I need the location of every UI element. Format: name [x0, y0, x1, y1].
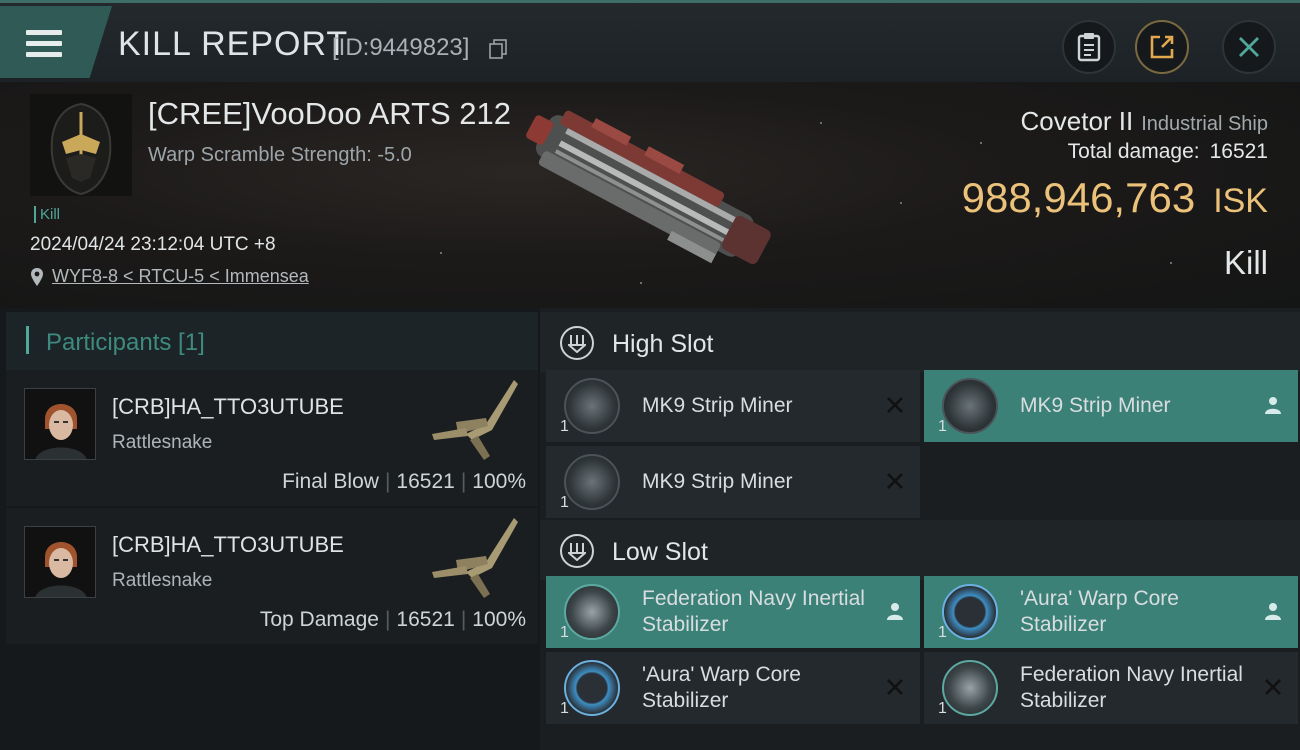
ship-class: Industrial Ship: [1141, 113, 1268, 135]
participant-stats: Top Damage | 16521 | 100%: [259, 608, 526, 631]
participants-title: Participants [1]: [46, 329, 205, 356]
menu-button[interactable]: [0, 6, 112, 78]
copy-icon[interactable]: [489, 39, 507, 59]
module-item[interactable]: 1 MK9 Strip Miner: [924, 370, 1298, 442]
participant-avatar[interactable]: [24, 526, 96, 598]
location-pin-icon: [31, 267, 43, 286]
fitting-panel: High Slot 1 MK9 Strip Miner 1 MK9 Strip …: [540, 308, 1300, 750]
close-button[interactable]: [1222, 20, 1276, 74]
share-button[interactable]: [1135, 20, 1189, 74]
participant-ship: Rattlesnake: [112, 570, 213, 591]
module-quantity: 1: [938, 700, 947, 717]
high-slot-title: High Slot: [612, 330, 714, 358]
participant-percent: 100%: [472, 608, 526, 631]
participant-avatar[interactable]: [24, 388, 96, 460]
module-item[interactable]: 1 'Aura' Warp Core Stabilizer: [546, 652, 920, 724]
module-item[interactable]: 1 'Aura' Warp Core Stabilizer: [924, 576, 1298, 648]
strip-miner-icon: [942, 378, 998, 434]
warp-core-stabilizer-icon: [564, 660, 620, 716]
victim-avatar[interactable]: [30, 94, 132, 196]
module-name: MK9 Strip Miner: [642, 394, 793, 417]
module-name: Federation Navy Inertial Stabilizer: [642, 587, 865, 636]
participant-damage: 16521: [396, 470, 455, 493]
warp-scramble-strength: Warp Scramble Strength: -5.0: [148, 144, 412, 166]
kill-tag: Kill: [34, 206, 60, 223]
participant-name[interactable]: [CRB]HA_TTO3UTUBE: [112, 532, 344, 558]
strip-miner-icon: [564, 378, 620, 434]
module-item[interactable]: 1 Federation Navy Inertial Stabilizer: [546, 576, 920, 648]
participant-percent: 100%: [472, 470, 526, 493]
kill-location[interactable]: WYF8-8 < RTCU-5 < Immensea: [30, 266, 309, 287]
isk-value: 988,946,763 ISK: [962, 174, 1268, 222]
total-damage: Total damage: 16521: [1068, 140, 1268, 164]
high-slot-icon: [560, 326, 594, 360]
victim-name[interactable]: [CREE]VooDoo ARTS 212: [148, 96, 511, 132]
module-quantity: 1: [560, 418, 569, 435]
participant-role: Top Damage: [259, 608, 379, 631]
top-bar: KILL REPORT [ID:9449823]: [0, 0, 1300, 82]
module-quantity: 1: [560, 494, 569, 511]
ship-name: Covetor II Industrial Ship: [1021, 106, 1268, 137]
module-quantity: 1: [938, 418, 947, 435]
module-name: MK9 Strip Miner: [642, 470, 793, 493]
inertial-stabilizer-icon: [942, 660, 998, 716]
inertial-stabilizer-icon: [564, 584, 620, 640]
total-damage-value: 16521: [1209, 140, 1268, 163]
module-quantity: 1: [938, 624, 947, 641]
participants-header: Participants [1]: [6, 312, 538, 370]
destroyed-x-icon: [1265, 679, 1281, 695]
dropped-person-icon: [1265, 603, 1281, 620]
rattlesnake-ship-icon: [432, 518, 518, 598]
participant-stats: Final Blow | 16521 | 100%: [282, 470, 526, 493]
rattlesnake-ship-icon: [432, 380, 518, 460]
kill-datetime: 2024/04/24 23:12:04 UTC +8: [30, 234, 276, 255]
isk-unit: ISK: [1213, 182, 1268, 220]
share-icon: [1150, 35, 1174, 59]
low-slot-title: Low Slot: [612, 538, 708, 566]
destroyed-x-icon: [887, 679, 903, 695]
dropped-person-icon: [1265, 397, 1281, 414]
module-name: 'Aura' Warp Core Stabilizer: [642, 663, 801, 712]
isk-amount: 988,946,763: [961, 174, 1196, 221]
location-link[interactable]: WYF8-8 < RTCU-5 < Immensea: [52, 266, 309, 287]
page-title: KILL REPORT: [118, 25, 349, 63]
module-name: Federation Navy Inertial Stabilizer: [1020, 663, 1243, 712]
strip-miner-icon: [564, 454, 620, 510]
total-damage-label: Total damage:: [1067, 140, 1200, 163]
hamburger-menu-icon: [26, 30, 62, 57]
clipboard-button[interactable]: [1062, 20, 1116, 74]
participant-row[interactable]: [CRB]HA_TTO3UTUBE Rattlesnake Top Damage…: [6, 508, 538, 644]
low-slot-header: Low Slot: [540, 520, 1300, 580]
module-name: MK9 Strip Miner: [1020, 394, 1171, 417]
participant-role: Final Blow: [282, 470, 379, 493]
module-item[interactable]: 1 MK9 Strip Miner: [546, 446, 920, 518]
low-slot-icon: [560, 534, 594, 568]
participant-row[interactable]: [CRB]HA_TTO3UTUBE Rattlesnake Final Blow…: [6, 370, 538, 506]
participant-name[interactable]: [CRB]HA_TTO3UTUBE: [112, 394, 344, 420]
module-quantity: 1: [560, 700, 569, 717]
dropped-person-icon: [887, 603, 903, 620]
module-quantity: 1: [560, 624, 569, 641]
warp-core-stabilizer-icon: [942, 584, 998, 640]
module-item[interactable]: 1 MK9 Strip Miner: [546, 370, 920, 442]
victim-summary: [CREE]VooDoo ARTS 212 Warp Scramble Stre…: [0, 82, 1300, 308]
destroyed-x-icon: [887, 397, 903, 413]
result-label: Kill: [1223, 244, 1268, 281]
pilot-portrait-icon: [25, 389, 95, 459]
high-slot-header: High Slot: [540, 312, 1300, 372]
participants-panel: Participants [1] [CRB]HA_TTO3UTUBE Rattl…: [0, 308, 540, 750]
module-item[interactable]: 1 Federation Navy Inertial Stabilizer: [924, 652, 1298, 724]
participant-ship: Rattlesnake: [112, 432, 213, 453]
close-icon: [1239, 37, 1259, 57]
ship-image: [526, 110, 771, 264]
helmet-portrait-icon: [30, 94, 132, 196]
report-id: [ID:9449823]: [332, 34, 470, 61]
pilot-portrait-icon: [25, 527, 95, 597]
destroyed-x-icon: [887, 473, 903, 489]
module-name: 'Aura' Warp Core Stabilizer: [1020, 587, 1179, 636]
ship-type: Covetor II: [1020, 106, 1134, 136]
participant-damage: 16521: [396, 608, 455, 631]
clipboard-icon: [1077, 33, 1101, 62]
